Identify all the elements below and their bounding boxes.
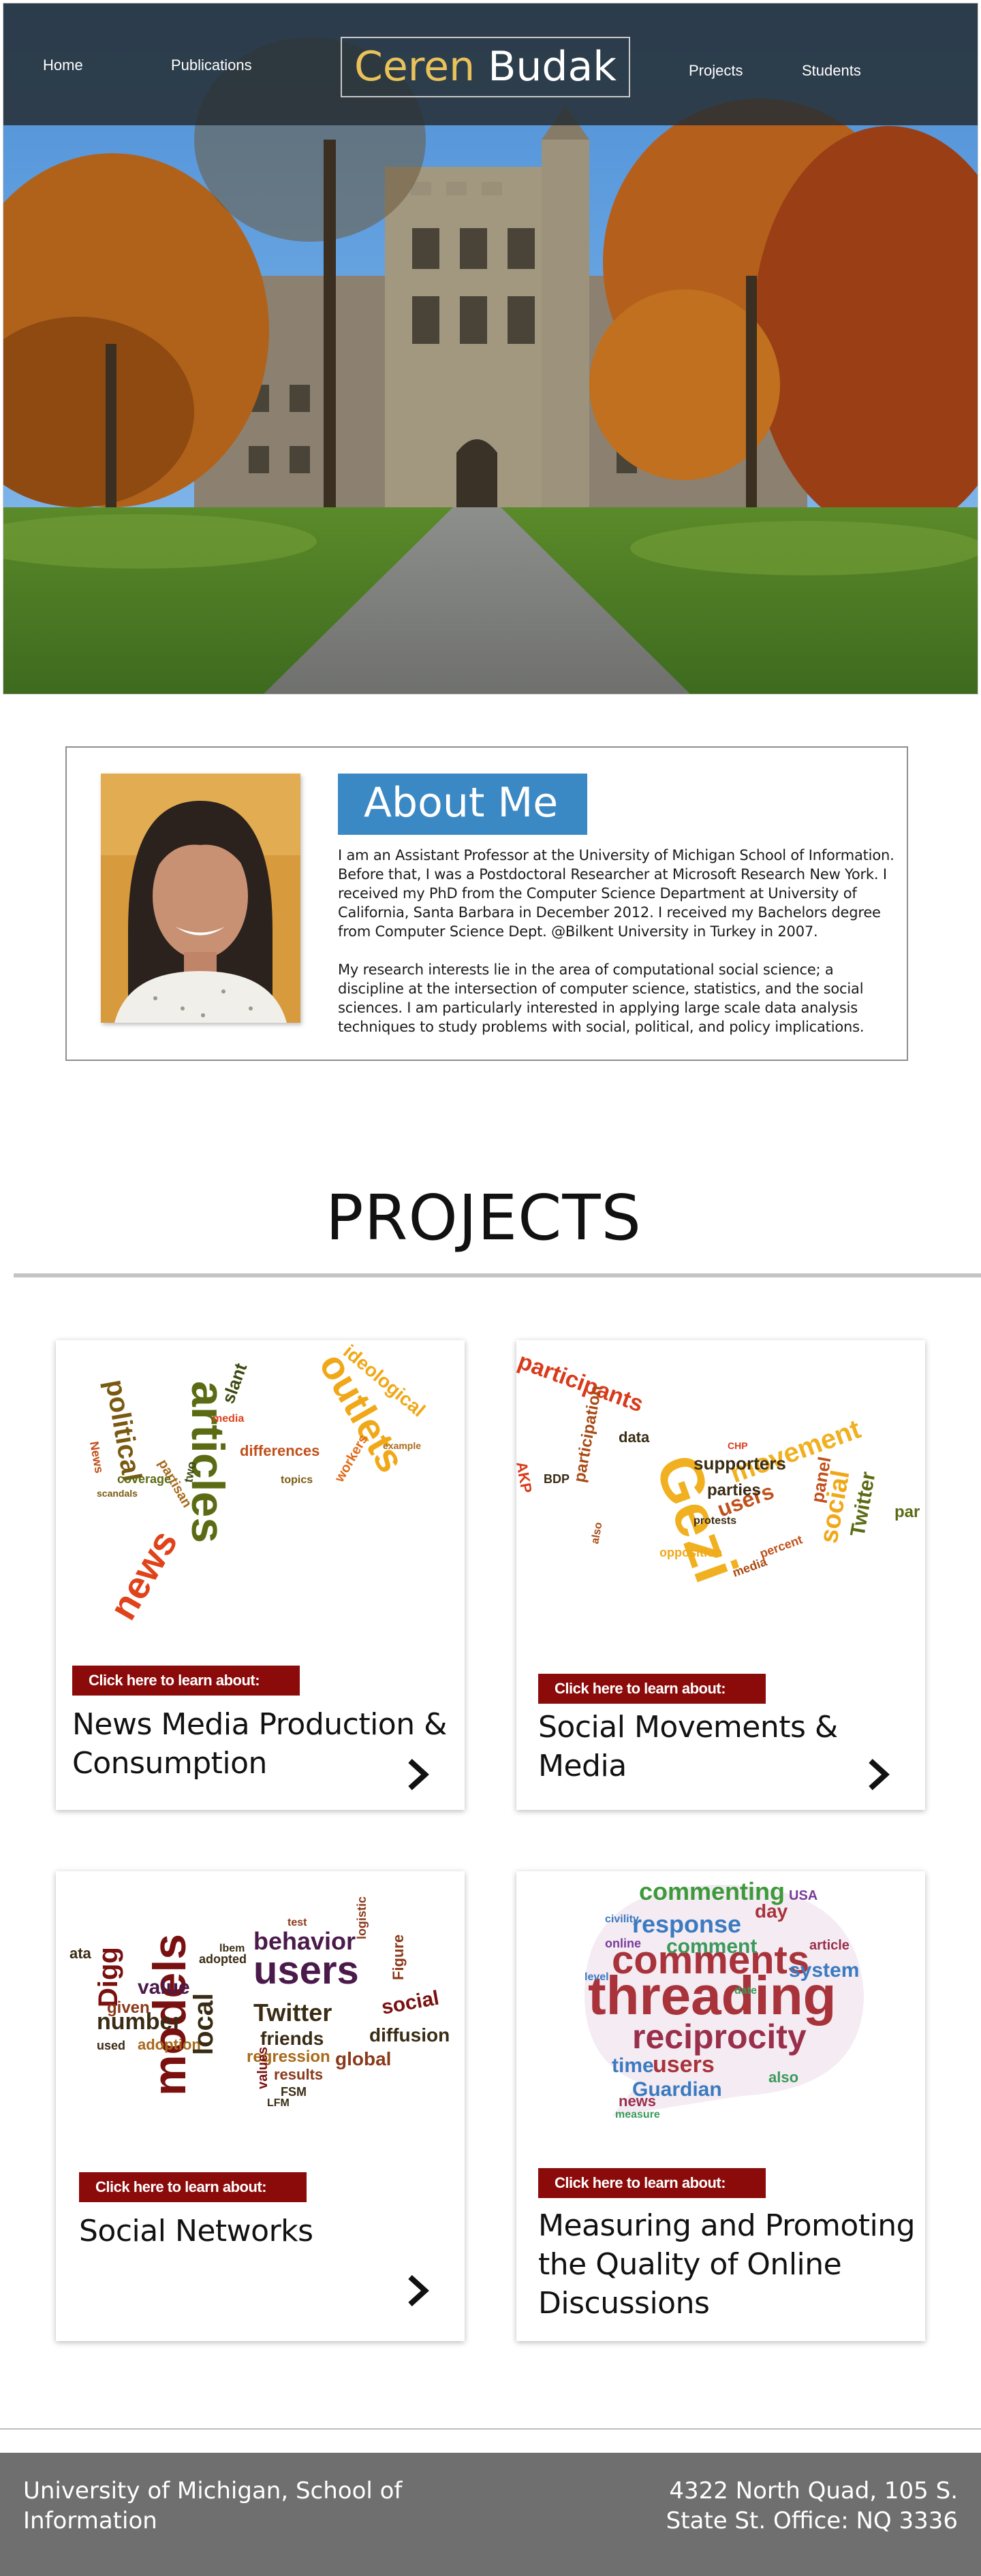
svg-text:logistic: logistic	[355, 1896, 369, 1939]
svg-text:data: data	[619, 1429, 650, 1446]
svg-text:Figure: Figure	[390, 1935, 407, 1980]
bio-paragraph-2: My research interests lie in the area of…	[338, 961, 865, 1035]
svg-text:participants: participants	[516, 1348, 647, 1418]
svg-text:also: also	[768, 2069, 798, 2086]
svg-text:value: value	[138, 1976, 190, 1999]
svg-text:level: level	[585, 1971, 609, 1983]
svg-text:USA: USA	[789, 1888, 818, 1903]
svg-text:used: used	[97, 2039, 125, 2052]
footer-institution: University of Michigan, School of Inform…	[23, 2477, 403, 2534]
svg-text:scandals: scandals	[97, 1488, 138, 1499]
svg-text:ata: ata	[69, 1945, 92, 1962]
svg-text:civility: civility	[605, 1913, 639, 1925]
learn-about-badge: Click here to learn about:	[538, 1674, 766, 1704]
svg-text:diffusion: diffusion	[369, 2024, 450, 2046]
svg-text:friends: friends	[260, 2028, 324, 2049]
word-cloud-image: models users Twitter behavior Digg numbe…	[56, 1871, 465, 2157]
svg-text:news: news	[101, 1523, 186, 1626]
project-title: Social Movements & Media	[538, 1710, 838, 1783]
svg-text:test: test	[287, 1917, 307, 1928]
svg-text:differences: differences	[240, 1442, 320, 1459]
brand-last-name: Budak	[488, 43, 617, 91]
learn-about-badge: Click here to learn about:	[72, 1666, 300, 1696]
svg-text:opposition: opposition	[659, 1546, 722, 1559]
svg-text:media: media	[213, 1413, 244, 1425]
svg-text:topics: topics	[281, 1474, 313, 1486]
svg-text:adopted: adopted	[199, 1952, 247, 1966]
svg-text:FSM: FSM	[281, 2085, 307, 2099]
word-cloud-image: participants Gezi movement social users …	[516, 1340, 925, 1626]
chevron-right-icon[interactable]	[405, 1757, 433, 1792]
top-navigation: Home Publications Ceren Budak Projects S…	[3, 3, 978, 125]
project-title: Social Networks	[79, 2214, 313, 2248]
svg-text:day: day	[755, 1901, 788, 1922]
svg-text:CHP: CHP	[728, 1440, 748, 1451]
svg-text:global: global	[335, 2048, 391, 2069]
svg-text:percent: percent	[758, 1533, 805, 1561]
project-title: Measuring and Promoting the Quality of O…	[538, 2208, 916, 2321]
learn-about-badge: Click here to learn about:	[538, 2168, 766, 2198]
word-cloud-image: threading comments reciprocity commentin…	[516, 1871, 925, 2157]
site-footer: University of Michigan, School of Inform…	[0, 2453, 981, 2576]
learn-about-badge: Click here to learn about:	[79, 2172, 307, 2202]
svg-text:BDP: BDP	[544, 1472, 570, 1486]
section-divider	[14, 1273, 981, 1277]
svg-text:date: date	[734, 1985, 757, 1997]
svg-text:local: local	[189, 1993, 219, 2055]
svg-text:comment: comment	[666, 1935, 757, 1958]
chevron-right-icon[interactable]	[405, 2273, 433, 2308]
about-title: About Me	[338, 774, 587, 835]
about-bio: I am an Assistant Professor at the Unive…	[338, 846, 897, 1036]
svg-text:AKP: AKP	[516, 1461, 535, 1495]
site-brand[interactable]: Ceren Budak	[341, 37, 630, 97]
svg-text:parties: parties	[707, 1481, 761, 1499]
nav-publications-link[interactable]: Publications	[171, 57, 252, 74]
project-card-online-discussions[interactable]: threading comments reciprocity commentin…	[516, 1871, 925, 2341]
svg-text:system: system	[789, 1959, 859, 1982]
svg-text:response: response	[632, 1910, 741, 1938]
svg-text:results: results	[274, 2066, 323, 2083]
projects-heading: PROJECTS	[326, 1181, 642, 1254]
svg-text:example: example	[383, 1440, 421, 1451]
word-cloud-image: articles outlets news political ideologi…	[56, 1340, 465, 1626]
svg-text:article: article	[809, 1938, 850, 1953]
svg-text:protests: protests	[694, 1515, 736, 1527]
project-card-news-media[interactable]: articles outlets news political ideologi…	[56, 1340, 465, 1810]
svg-text:coverage: coverage	[117, 1472, 171, 1486]
project-card-social-networks[interactable]: models users Twitter behavior Digg numbe…	[56, 1871, 465, 2341]
bio-paragraph-1: I am an Assistant Professor at the Unive…	[338, 847, 894, 940]
svg-text:par: par	[894, 1503, 920, 1521]
nav-home-link[interactable]: Home	[43, 57, 83, 74]
nav-students-link[interactable]: Students	[802, 62, 861, 80]
svg-text:news: news	[619, 2093, 656, 2110]
hero-banner: Home Publications Ceren Budak Projects S…	[3, 3, 978, 695]
svg-text:users: users	[653, 2052, 715, 2078]
svg-text:participation: participation	[570, 1384, 606, 1484]
brand-first-name: Ceren	[354, 43, 476, 91]
svg-text:News: News	[87, 1440, 106, 1474]
svg-text:also: also	[589, 1521, 604, 1545]
svg-text:reciprocity: reciprocity	[632, 2018, 807, 2056]
svg-text:online: online	[605, 1937, 641, 1950]
project-title: News Media Production & Consumption	[72, 1707, 447, 1781]
svg-text:supporters: supporters	[694, 1453, 786, 1474]
project-card-social-movements[interactable]: participants Gezi movement social users …	[516, 1340, 925, 1810]
chevron-right-icon[interactable]	[865, 1757, 894, 1792]
nav-projects-link[interactable]: Projects	[689, 62, 743, 80]
footer-divider	[0, 2428, 981, 2430]
about-section: About Me I am an Assistant Professor at …	[65, 746, 908, 1061]
svg-text:Twitter: Twitter	[253, 1999, 332, 2026]
svg-text:LFM: LFM	[267, 2097, 290, 2109]
svg-text:political: political	[99, 1378, 147, 1484]
profile-photo	[101, 774, 300, 1023]
svg-text:measure: measure	[615, 2109, 660, 2120]
footer-address: 4322 North Quad, 105 S. State St. Office…	[666, 2477, 958, 2534]
svg-text:behavior: behavior	[253, 1927, 356, 1955]
svg-text:social: social	[379, 1987, 441, 2019]
svg-text:values: values	[255, 2047, 270, 2089]
svg-text:time: time	[612, 2054, 654, 2077]
svg-text:given: given	[107, 1999, 150, 2017]
